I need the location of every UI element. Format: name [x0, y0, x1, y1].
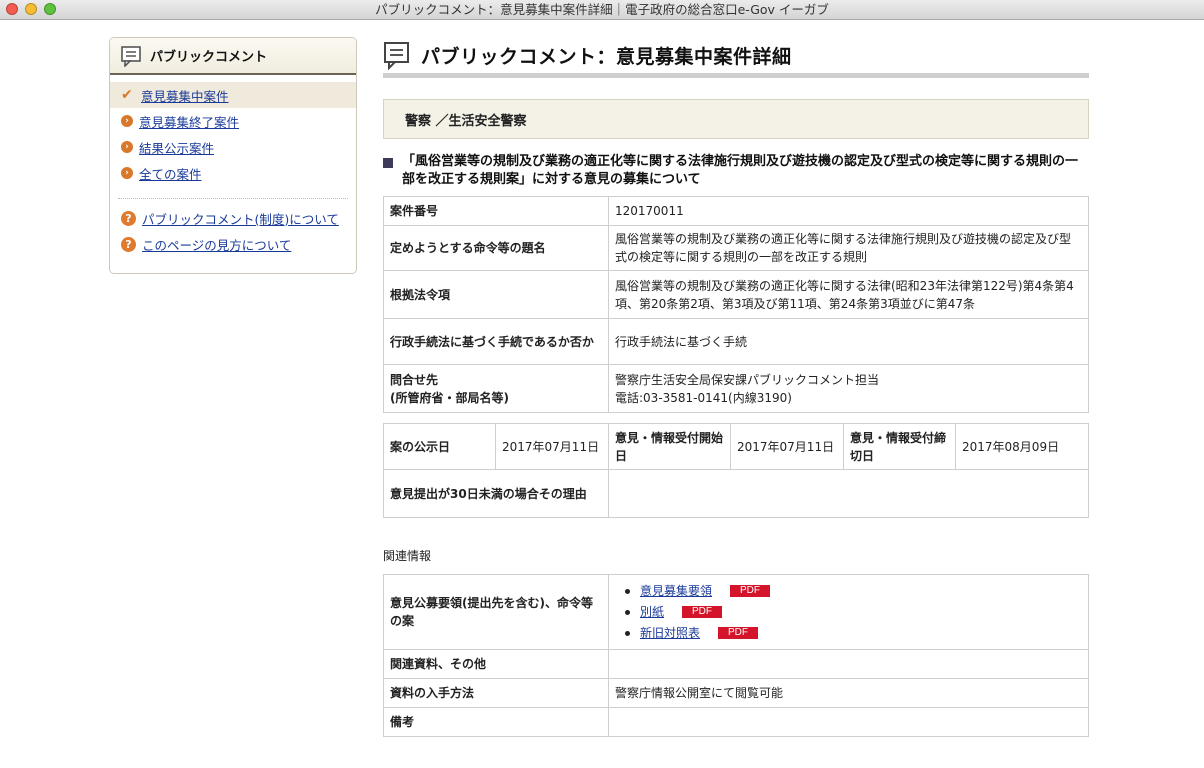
remarks-value: [608, 707, 1089, 737]
sidebar-help-item-about[interactable]: ? パブリックコメント(制度)について: [110, 205, 356, 231]
page-title: パブリックコメント：意見募集中案件詳細: [421, 45, 792, 68]
table-row: 問合せ先 (所管府省・部局名等) 警察庁生活安全局保安課パブリックコメント担当 …: [383, 364, 1089, 413]
sidebar-help-item-howto[interactable]: ? このページの見方について: [110, 231, 356, 257]
short-period-reason-value: [608, 469, 1089, 518]
sidebar-help: ? パブリックコメント(制度)について ? このページの見方について: [110, 205, 356, 257]
list-item: 意見募集要領 PDF: [625, 581, 1082, 602]
table-row: 定めようとする命令等の題名 風俗営業等の規制及び業務の適正化等に関する法律施行規…: [383, 225, 1089, 271]
basis-value: 風俗営業等の規制及び業務の適正化等に関する法律(昭和23年法律第122号)第4条…: [608, 270, 1089, 319]
sidebar-item-result-cases[interactable]: › 結果公示案件: [110, 134, 356, 160]
order-title-value: 風俗営業等の規制及び業務の適正化等に関する法律施行規則及び遊技機の認定及び型式の…: [608, 225, 1089, 271]
comment-icon: [384, 42, 409, 70]
sidebar-divider: [118, 198, 348, 199]
announce-date-label: 案の公示日: [383, 423, 496, 470]
close-window-button[interactable]: [6, 3, 18, 15]
file-link-guidelines[interactable]: 意見募集要領: [640, 582, 712, 600]
bullet-dot-icon: [625, 609, 630, 615]
sidebar-link-open-cases[interactable]: 意見募集中案件: [141, 86, 229, 105]
pdf-badge: PDF: [730, 585, 771, 597]
case-number-value: 120170011: [608, 196, 1089, 226]
checkmark-icon: ✔: [121, 87, 133, 103]
case-details-table: 案件番号 120170011 定めようとする命令等の題名 風俗営業等の規制及び業…: [383, 196, 1089, 413]
end-date-label: 意見・情報受付締切日: [843, 423, 956, 470]
file-list: 意見募集要領 PDF 別紙 PDF 新旧対照表 PDF: [615, 581, 1082, 644]
sidebar-title: パブリックコメント: [150, 50, 268, 65]
agency-heading: 警察 ／生活安全警察: [383, 99, 1089, 139]
window-titlebar: パブリックコメント：意見募集中案件詳細｜電子政府の総合窓口e-Gov イーガブ: [0, 0, 1204, 20]
table-row: 意見公募要領(提出先を含む)、命令等の案 意見募集要領 PDF 別紙 PDF 新…: [383, 574, 1089, 650]
draft-docs-label: 意見公募要領(提出先を含む)、命令等の案: [383, 574, 609, 650]
start-date-value: 2017年07月11日: [730, 423, 844, 470]
sidebar-nav: ✔ 意見募集中案件 › 意見募集終了案件 › 結果公示案件 › 全ての案件: [110, 75, 356, 186]
related-materials-value: [608, 649, 1089, 679]
sidebar-link-how-to-read[interactable]: このページの見方について: [142, 235, 291, 254]
sidebar-link-all-cases[interactable]: 全ての案件: [139, 164, 202, 183]
case-title: 「風俗営業等の規制及び業務の適正化等に関する法律施行規則及び遊技機の認定及び型式…: [383, 153, 1089, 189]
contact-phone: 電話:03-3581-0141(内線3190): [615, 390, 792, 405]
table-row: 備考: [383, 707, 1089, 737]
question-icon: ?: [121, 236, 136, 252]
file-link-comparison-table[interactable]: 新旧対照表: [640, 624, 700, 642]
question-icon: ?: [121, 210, 136, 226]
sidebar-link-closed-cases[interactable]: 意見募集終了案件: [139, 112, 239, 131]
draft-docs-value: 意見募集要領 PDF 別紙 PDF 新旧対照表 PDF: [608, 574, 1089, 650]
window-controls: [6, 3, 56, 15]
arrow-bullet-icon: ›: [121, 141, 133, 153]
comment-icon: [121, 45, 141, 67]
contact-label-line2: (所管府省・部局名等): [390, 390, 509, 405]
related-info-table: 意見公募要領(提出先を含む)、命令等の案 意見募集要領 PDF 別紙 PDF 新…: [383, 574, 1089, 737]
sidebar-item-closed-cases[interactable]: › 意見募集終了案件: [110, 108, 356, 134]
order-title-label: 定めようとする命令等の題名: [383, 225, 609, 271]
window-title: パブリックコメント：意見募集中案件詳細｜電子政府の総合窓口e-Gov イーガブ: [375, 2, 829, 17]
procedure-value: 行政手続法に基づく手続: [608, 318, 1089, 365]
bullet-dot-icon: [625, 630, 630, 636]
obtain-method-value: 警察庁情報公開室にて閲覧可能: [608, 678, 1089, 708]
list-item: 別紙 PDF: [625, 602, 1082, 623]
basis-label: 根拠法令項: [383, 270, 609, 319]
pdf-badge: PDF: [718, 627, 759, 639]
square-bullet-icon: [383, 158, 393, 168]
contact-label-line1: 問合せ先: [390, 372, 439, 387]
list-item: 新旧対照表 PDF: [625, 623, 1082, 644]
zoom-window-button[interactable]: [44, 3, 56, 15]
contact-value: 警察庁生活安全局保安課パブリックコメント担当 電話:03-3581-0141(内…: [608, 364, 1089, 413]
bullet-dot-icon: [625, 588, 630, 594]
sidebar: パブリックコメント ✔ 意見募集中案件 › 意見募集終了案件 › 結果公示案件 …: [109, 37, 357, 274]
sidebar-item-open-cases[interactable]: ✔ 意見募集中案件: [110, 82, 356, 108]
file-link-attachment[interactable]: 別紙: [640, 603, 664, 621]
case-number-label: 案件番号: [383, 196, 609, 226]
table-row: 関連資料、その他: [383, 649, 1089, 679]
contact-office: 警察庁生活安全局保安課パブリックコメント担当: [615, 372, 880, 387]
case-title-text: 「風俗営業等の規制及び業務の適正化等に関する法律施行規則及び遊技機の認定及び型式…: [402, 154, 1079, 187]
sidebar-link-result-cases[interactable]: 結果公示案件: [139, 138, 214, 157]
pdf-badge: PDF: [682, 606, 723, 618]
sidebar-header: パブリックコメント: [110, 38, 356, 75]
header-divider: [383, 73, 1089, 78]
sidebar-item-all-cases[interactable]: › 全ての案件: [110, 160, 356, 186]
procedure-label: 行政手続法に基づく手続であるか否か: [383, 318, 609, 365]
table-row: 根拠法令項 風俗営業等の規制及び業務の適正化等に関する法律(昭和23年法律第12…: [383, 270, 1089, 319]
table-row: 行政手続法に基づく手続であるか否か 行政手続法に基づく手続: [383, 318, 1089, 365]
end-date-value: 2017年08月09日: [955, 423, 1089, 470]
table-row: 資料の入手方法 警察庁情報公開室にて閲覧可能: [383, 678, 1089, 708]
minimize-window-button[interactable]: [25, 3, 37, 15]
table-row: 案件番号 120170011: [383, 196, 1089, 226]
main-content: パブリックコメント：意見募集中案件詳細 警察 ／生活安全警察 「風俗営業等の規制…: [383, 37, 1089, 737]
dates-table: 案の公示日 2017年07月11日 意見・情報受付開始日 2017年07月11日…: [383, 423, 1089, 518]
announce-date-value: 2017年07月11日: [495, 423, 609, 470]
related-info-heading: 関連情報: [383, 549, 432, 563]
arrow-bullet-icon: ›: [121, 115, 133, 127]
table-row: 意見提出が30日未満の場合その理由: [383, 469, 1089, 518]
sidebar-link-about-public-comment[interactable]: パブリックコメント(制度)について: [142, 209, 339, 228]
remarks-label: 備考: [383, 707, 609, 737]
related-materials-label: 関連資料、その他: [383, 649, 609, 679]
table-row: 案の公示日 2017年07月11日 意見・情報受付開始日 2017年07月11日…: [383, 423, 1089, 470]
start-date-label: 意見・情報受付開始日: [608, 423, 731, 470]
contact-label: 問合せ先 (所管府省・部局名等): [383, 364, 609, 413]
short-period-reason-label: 意見提出が30日未満の場合その理由: [383, 469, 609, 518]
arrow-bullet-icon: ›: [121, 167, 133, 179]
obtain-method-label: 資料の入手方法: [383, 678, 609, 708]
page-header: パブリックコメント：意見募集中案件詳細: [383, 37, 1089, 73]
